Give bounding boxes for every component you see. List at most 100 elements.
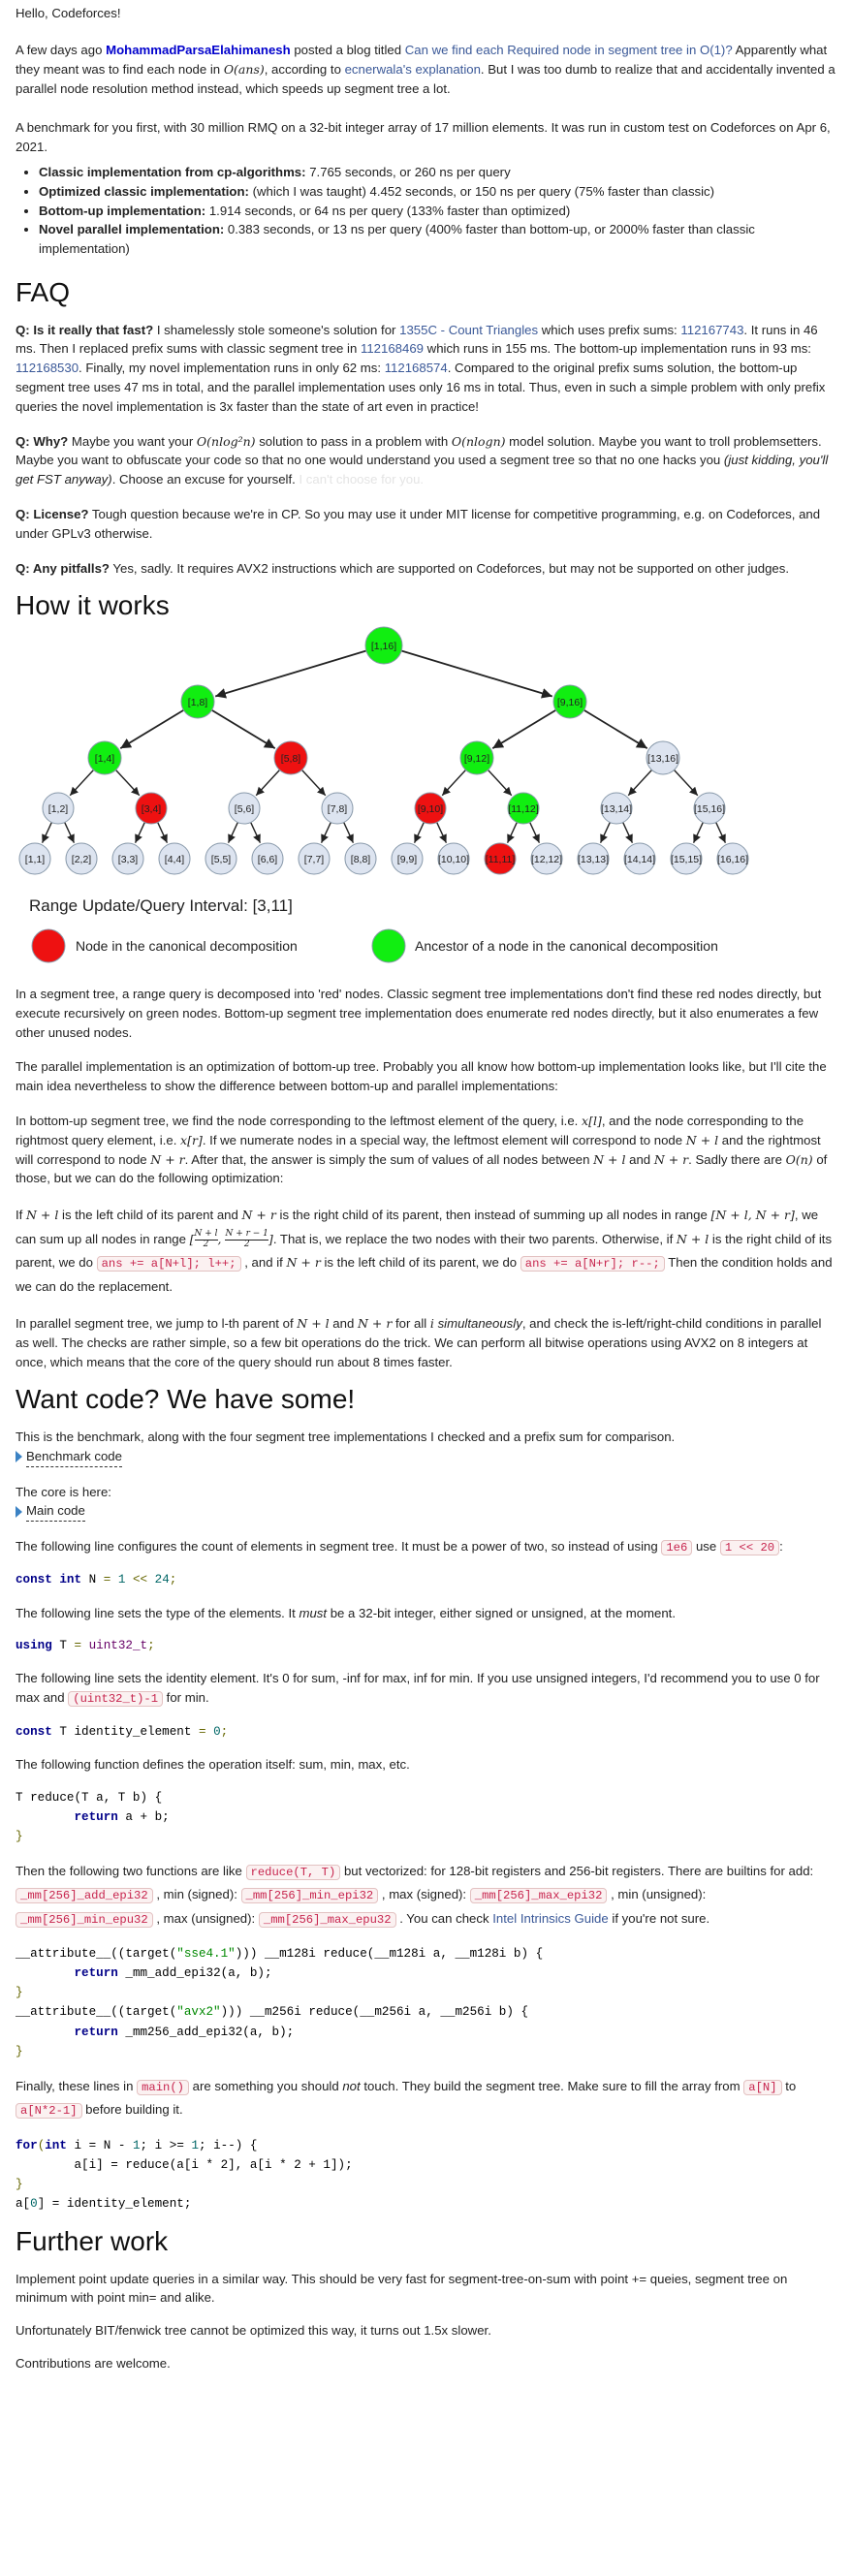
legend-green-label: Ancestor of a node in the canonical deco… — [415, 938, 718, 954]
tree-node-label: [5,6] — [235, 803, 255, 815]
inline-code: _mm[256]_max_epi32 — [469, 1888, 608, 1904]
inline-code: ans += a[N+l]; l++; — [96, 1255, 241, 1272]
tree-node-label: [1,4] — [95, 753, 115, 765]
segment-tree-svg: [1,16] [1,8] [9,16] [1,4] [5,8] [9,12] [13,16]… — [18, 626, 749, 963]
tree-node-label: [15,15] — [671, 854, 702, 865]
spoiler-label[interactable]: Main code — [26, 1501, 85, 1523]
submission-link[interactable]: 112168469 — [361, 341, 424, 356]
inline-code: a[N*2-1] — [16, 2103, 82, 2120]
code-p5: The following line sets the identity ele… — [16, 1671, 820, 1708]
submission-link[interactable]: 112168574 — [385, 361, 448, 375]
explanation-link[interactable]: ecnerwala's explanation — [345, 62, 481, 77]
code-block-vectorized: __attribute__((target("sse4.1"))) __m128… — [16, 1946, 544, 2058]
tree-edge — [214, 649, 367, 699]
tree-node-label: [5,8] — [281, 753, 301, 765]
tree-edge — [622, 822, 634, 843]
how-p4: If N + l is the left child of its parent… — [16, 1208, 833, 1294]
tree-node-label: [13,16] — [647, 753, 678, 765]
inline-code: _mm[256]_min_epi32 — [240, 1888, 379, 1904]
how-p1: In a segment tree, a range query is deco… — [16, 986, 822, 1040]
list-item: Classic implementation from cp-algorithm… — [39, 163, 835, 182]
code-p4: The following line sets the type of the … — [16, 1605, 677, 1620]
tree-node-label: [11,12] — [508, 803, 538, 815]
tree-node-label: [2,2] — [72, 854, 92, 865]
how-p5: In parallel segment tree, we jump to l-t… — [16, 1315, 822, 1369]
inline-code: _mm[256]_min_epu32 — [16, 1911, 153, 1928]
tree-edge — [250, 822, 262, 843]
blog-title-link[interactable]: Can we find each Required node in segmen… — [405, 43, 733, 57]
tree-node-label: [1,8] — [188, 697, 208, 708]
benchmark-paragraph: A benchmark for you first, with 30 milli… — [16, 120, 831, 154]
tree-edge — [583, 708, 648, 749]
expand-triangle-icon — [16, 1451, 22, 1463]
tree-edge — [320, 822, 331, 843]
inline-code: (uint32_t)-1 — [68, 1691, 164, 1708]
intro-paragraph: A few days ago MohammadParsaElahimanesh … — [16, 43, 835, 96]
tree-edge — [599, 822, 611, 843]
tree-node-label: [7,7] — [304, 854, 325, 865]
inline-code: _mm[256]_max_epu32 — [258, 1911, 396, 1928]
list-item: Novel parallel implementation: 0.383 sec… — [39, 220, 835, 259]
submission-link[interactable]: 112167743 — [680, 323, 743, 337]
faq-q2: Q: Why? Maybe you want your O(nlog²n) so… — [16, 433, 829, 487]
code-p2: The core is here: — [16, 1484, 111, 1499]
tree-edge — [674, 769, 699, 797]
legend-red-swatch — [31, 928, 66, 963]
tree-edge — [441, 769, 466, 797]
tree-node-label: [9,10] — [418, 803, 443, 815]
tree-node-label: [13,14] — [601, 803, 632, 815]
tree-edge — [119, 708, 184, 749]
tree-node-label: [13,13] — [578, 854, 609, 865]
code-block-n: const int N = 1 << 24; — [16, 1573, 177, 1587]
tree-node-label: [15,16] — [694, 803, 725, 815]
legend-red-label: Node in the canonical decomposition — [76, 938, 298, 954]
blog-post: Hello, Codeforces! A few days ago Mohamm… — [0, 0, 851, 2371]
faq-q4: Q: Any pitfalls? Yes, sadly. It requires… — [16, 560, 790, 576]
tree-edge — [301, 769, 327, 797]
code-p3: The following line configures the count … — [16, 1539, 783, 1556]
inline-code: a[N] — [743, 2079, 782, 2095]
problem-link[interactable]: 1355C - Count Triangles — [399, 323, 538, 337]
inline-code: 1e6 — [661, 1540, 693, 1556]
spoiler-label[interactable]: Benchmark code — [26, 1447, 122, 1467]
tree-node-label: [1,2] — [48, 803, 69, 815]
main-code-spoiler[interactable]: Main code — [16, 1501, 835, 1523]
tree-node-label: [14,14] — [624, 854, 655, 865]
tree-node-label: [9,12] — [464, 753, 489, 765]
further-p3: Contributions are welcome. — [16, 2356, 171, 2372]
faq-heading: FAQ — [16, 276, 71, 307]
segment-tree-diagram: [1,16] [1,8] [9,16] [1,4] [5,8] [9,12] [13,16]… — [16, 626, 752, 975]
how-p2: The parallel implementation is an optimi… — [16, 1059, 827, 1094]
list-item: Bottom-up implementation: 1.914 seconds,… — [39, 202, 835, 221]
tree-node-label: [4,4] — [165, 854, 185, 865]
tree-edge — [343, 822, 355, 843]
inline-code: _mm[256]_add_epi32 — [16, 1888, 153, 1904]
hidden-spoiler-text: I can't choose for you. — [299, 472, 425, 487]
tree-node-label: [7,8] — [328, 803, 348, 815]
tree-node-label: [6,6] — [258, 854, 278, 865]
greeting: Hello, Codeforces! — [16, 6, 121, 20]
want-code-heading: Want code? We have some! — [16, 1384, 356, 1415]
submission-link[interactable]: 112168530 — [16, 361, 79, 375]
further-work-heading: Further work — [16, 2226, 169, 2257]
tree-node-label: [1,1] — [25, 854, 46, 865]
how-it-works-heading: How it works — [16, 590, 170, 621]
tree-node-label: [1,16] — [371, 641, 396, 652]
benchmark-spoiler[interactable]: Benchmark code — [16, 1447, 835, 1467]
inline-code: 1 << 20 — [719, 1540, 780, 1556]
author-link[interactable]: MohammadParsaElahimanesh — [106, 43, 291, 57]
tree-edge — [627, 769, 652, 797]
tree-node-label: [16,16] — [717, 854, 748, 865]
tree-edge — [211, 708, 276, 749]
tree-node-label: [9,16] — [557, 697, 583, 708]
tree-edge — [692, 822, 704, 843]
tree-edge — [488, 769, 513, 797]
inline-code: ans += a[N+r]; r--; — [520, 1255, 665, 1272]
tree-edge — [157, 822, 169, 843]
inline-code: reduce(T, T) — [245, 1864, 341, 1880]
tree-edge — [41, 822, 52, 843]
code-block-build: for(int i = N - 1; i >= 1; i--) { a[i] =… — [16, 2138, 353, 2211]
intrinsics-guide-link[interactable]: Intel Intrinsics Guide — [492, 1911, 608, 1926]
tree-edge — [255, 769, 280, 797]
code-p1: This is the benchmark, along with the fo… — [16, 1429, 676, 1444]
